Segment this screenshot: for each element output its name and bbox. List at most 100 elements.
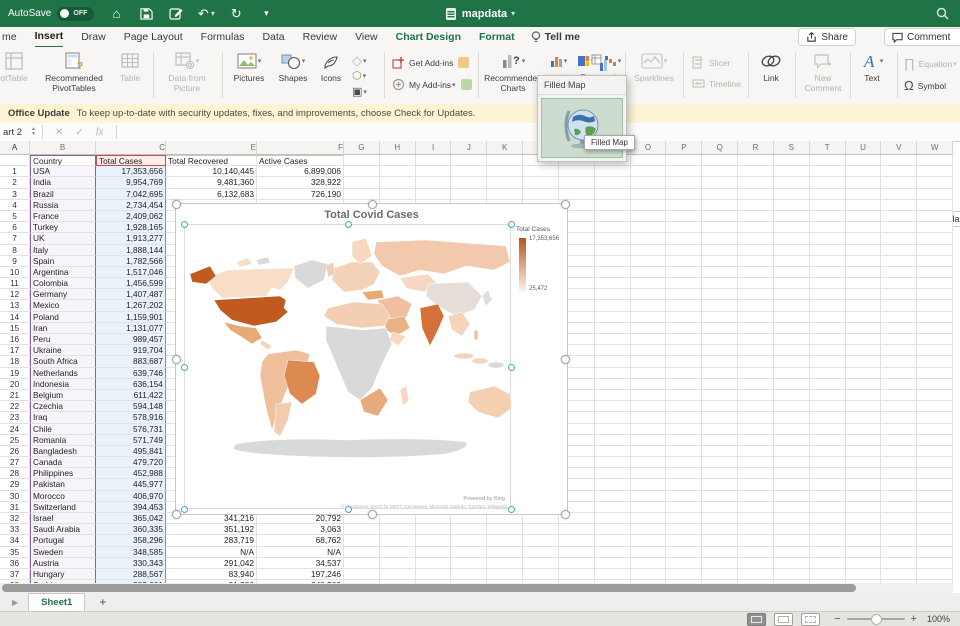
cell-empty[interactable]	[881, 334, 917, 345]
cell-empty[interactable]	[631, 155, 667, 166]
cell-country[interactable]: Switzerland	[30, 502, 96, 513]
cell-empty[interactable]	[738, 524, 774, 535]
cell-index[interactable]: 7	[0, 233, 30, 244]
cell-empty[interactable]	[917, 345, 953, 356]
cell-empty[interactable]	[846, 289, 882, 300]
cell-empty[interactable]	[631, 435, 667, 446]
link-button[interactable]: Link	[752, 50, 790, 84]
cell-empty[interactable]	[702, 245, 738, 256]
cell-empty[interactable]	[810, 289, 846, 300]
cell-empty[interactable]	[917, 435, 953, 446]
cell-empty[interactable]	[738, 256, 774, 267]
chart-title[interactable]: Total Covid Cases	[176, 209, 567, 221]
cell-empty[interactable]	[881, 412, 917, 423]
cell-empty[interactable]	[810, 547, 846, 558]
cell-empty[interactable]	[917, 323, 953, 334]
cell-empty[interactable]	[810, 200, 846, 211]
cell-empty[interactable]	[846, 211, 882, 222]
cell-empty[interactable]	[846, 435, 882, 446]
cell-empty[interactable]	[666, 390, 702, 401]
cell-empty[interactable]	[595, 200, 631, 211]
cell-empty[interactable]	[595, 323, 631, 334]
get-addins-button[interactable]: Get Add-ins	[392, 56, 469, 69]
cell-country[interactable]: Netherlands	[30, 368, 96, 379]
cell-empty[interactable]	[810, 502, 846, 513]
zoom-slider-knob[interactable]	[871, 614, 882, 625]
cell-empty[interactable]	[846, 569, 882, 580]
cell-index[interactable]: 2	[0, 177, 30, 188]
cell-empty[interactable]	[702, 211, 738, 222]
cell-empty[interactable]	[416, 535, 452, 546]
column-header[interactable]: F	[257, 141, 344, 155]
cell-empty[interactable]	[774, 233, 810, 244]
cell-empty[interactable]	[702, 200, 738, 211]
cell-index[interactable]: 37	[0, 569, 30, 580]
cell-empty[interactable]	[631, 356, 667, 367]
cell-index[interactable]	[0, 155, 30, 166]
cell-empty[interactable]	[810, 368, 846, 379]
cell-empty[interactable]	[738, 267, 774, 278]
cell-empty[interactable]	[702, 479, 738, 490]
cell-cases[interactable]: 445,977	[96, 479, 166, 490]
cell-empty[interactable]	[666, 200, 702, 211]
cell-empty[interactable]	[559, 558, 595, 569]
cell-cases[interactable]: 611,422	[96, 390, 166, 401]
cell-empty[interactable]	[810, 558, 846, 569]
cell-empty[interactable]	[917, 278, 953, 289]
cell-empty[interactable]	[738, 424, 774, 435]
cell-empty[interactable]	[595, 457, 631, 468]
cell-country[interactable]: Sweden	[30, 547, 96, 558]
cell-empty[interactable]	[738, 300, 774, 311]
cell-empty[interactable]	[344, 547, 380, 558]
cell-empty[interactable]	[774, 446, 810, 457]
cell-empty[interactable]	[595, 300, 631, 311]
cell-empty[interactable]	[774, 345, 810, 356]
recommended-pivottables-button[interactable]: ? Recommended PivotTables	[36, 50, 112, 93]
tell-me[interactable]: Tell me	[531, 31, 580, 44]
cell-empty[interactable]	[846, 479, 882, 490]
cell-empty[interactable]	[416, 569, 452, 580]
cell-empty[interactable]	[774, 547, 810, 558]
cell-empty[interactable]	[344, 569, 380, 580]
cell-country[interactable]: Turkey	[30, 222, 96, 233]
cell-empty[interactable]	[774, 535, 810, 546]
cell-empty[interactable]	[846, 312, 882, 323]
cell-empty[interactable]	[451, 569, 487, 580]
recommended-charts-button[interactable]: ?▾ Recommended Charts	[482, 50, 544, 93]
cell-cases[interactable]: 360,335	[96, 524, 166, 535]
cell-empty[interactable]	[631, 345, 667, 356]
cell-empty[interactable]	[702, 155, 738, 166]
cell-empty[interactable]	[702, 468, 738, 479]
cell-empty[interactable]	[380, 569, 416, 580]
cell-index[interactable]: 15	[0, 323, 30, 334]
cell-empty[interactable]	[810, 166, 846, 177]
insert-function-icon[interactable]: fx	[96, 127, 104, 138]
cell-empty[interactable]	[774, 356, 810, 367]
cell-empty[interactable]	[738, 200, 774, 211]
cell-empty[interactable]	[631, 211, 667, 222]
cell-cases[interactable]: 406,970	[96, 491, 166, 502]
cell-empty[interactable]	[738, 334, 774, 345]
cell-empty[interactable]	[666, 547, 702, 558]
cell-empty[interactable]	[846, 468, 882, 479]
cell-empty[interactable]	[917, 558, 953, 569]
cell-empty[interactable]	[846, 524, 882, 535]
cell-empty[interactable]	[917, 177, 953, 188]
cell-empty[interactable]	[774, 502, 810, 513]
cell-empty[interactable]	[595, 222, 631, 233]
cell-empty[interactable]	[702, 524, 738, 535]
cell-empty[interactable]	[881, 256, 917, 267]
cell-index[interactable]: 19	[0, 368, 30, 379]
slicer-button[interactable]: Slicer	[692, 56, 730, 69]
sparklines-button[interactable]: ▾ Sparklines	[630, 50, 678, 84]
cell-active[interactable]: 68,762	[257, 535, 344, 546]
cell-empty[interactable]	[774, 334, 810, 345]
cell-empty[interactable]	[917, 457, 953, 468]
cell-empty[interactable]	[881, 401, 917, 412]
cell-empty[interactable]	[702, 289, 738, 300]
cell-empty[interactable]	[846, 457, 882, 468]
cell-empty[interactable]	[846, 424, 882, 435]
screenshot-button[interactable]: ▣▾	[352, 85, 367, 98]
cell-empty[interactable]	[846, 513, 882, 524]
cell-empty[interactable]	[631, 189, 667, 200]
